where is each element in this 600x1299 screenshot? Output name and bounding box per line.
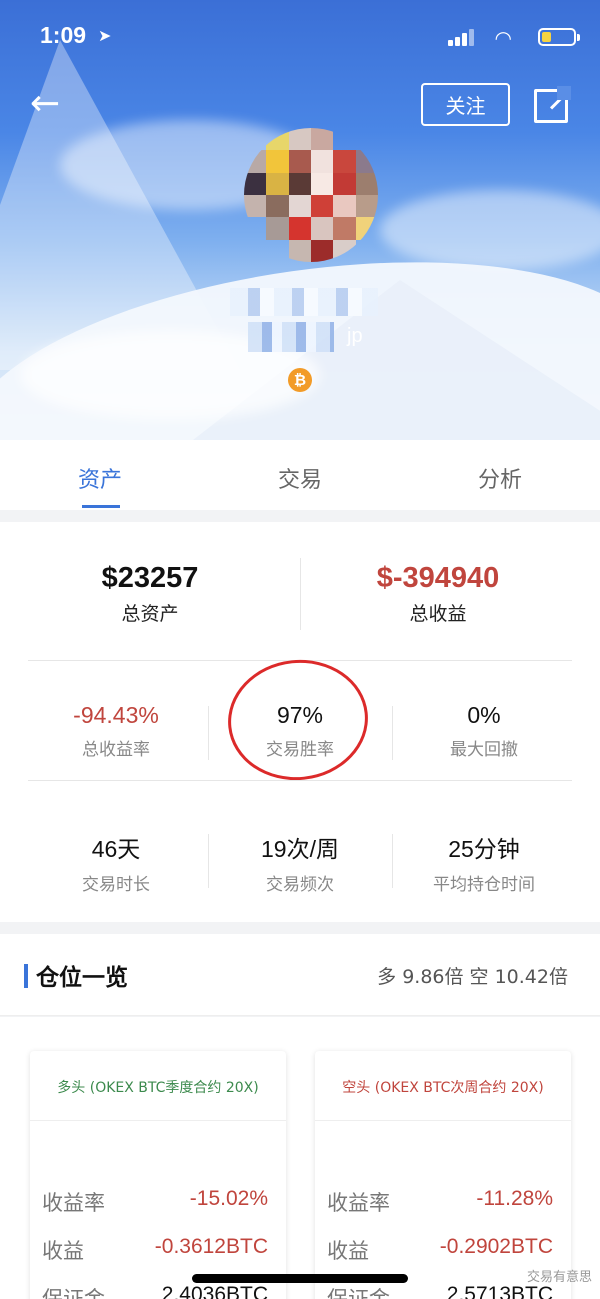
stat-label: 交易时长 (82, 875, 150, 895)
avatar (244, 128, 378, 262)
cellular-signal-icon (448, 28, 476, 46)
tab-assets[interactable]: 资产 (0, 440, 200, 510)
hand-drawn-circle (222, 653, 374, 787)
home-indicator[interactable] (192, 1274, 408, 1283)
back-arrow-icon[interactable]: ← (30, 86, 60, 122)
position-title: 空头 (OKEX BTC次周合约 20X) (315, 1051, 571, 1121)
username-redacted (230, 288, 378, 316)
stat-value: 0% (467, 702, 501, 728)
share-icon[interactable] (534, 86, 571, 123)
row-label: 收益 (327, 1239, 369, 1263)
row-value: -15.02% (189, 1187, 268, 1210)
stat-label: 最大回撤 (450, 740, 518, 760)
stat-label: 交易频次 (266, 875, 334, 895)
total-assets-value: $23257 (101, 562, 199, 594)
status-bar: 1:09 ➤ ◠ (40, 22, 580, 52)
stat-value: -94.43% (73, 702, 159, 728)
position-row: 保证金 2.4036BTC (42, 1283, 268, 1299)
total-profit: $-394940 总收益 (318, 562, 558, 626)
total-assets: $23257 总资产 (30, 562, 270, 626)
stat-value: 46天 (91, 836, 141, 862)
tab-analysis[interactable]: 分析 (400, 440, 600, 510)
position-row: 收益率 -11.28% (327, 1187, 553, 1217)
stat-avg-hold-time: 25分钟 平均持仓时间 (394, 830, 574, 895)
position-row: 收益 -0.2902BTC (327, 1235, 553, 1265)
profile-header: 1:09 ➤ ◠ ← 关注 jp ₿ (0, 0, 600, 440)
tab-bar: 资产 交易 分析 (0, 440, 600, 510)
stat-total-return: -94.43% 总收益率 (26, 702, 206, 760)
stat-value: 25分钟 (448, 836, 520, 862)
row-value: 2.5713BTC (446, 1283, 553, 1299)
stats-card: $23257 总资产 $-394940 总收益 -94.43% 总收益率 97%… (0, 522, 600, 922)
row-value: -11.28% (476, 1187, 553, 1210)
row-label: 保证金 (327, 1287, 390, 1299)
stat-value: 19次/周 (261, 836, 339, 862)
username-redacted-line2 (248, 322, 334, 352)
tab-trades[interactable]: 交易 (200, 440, 400, 510)
position-title: 多头 (OKEX BTC季度合约 20X) (30, 1051, 286, 1121)
bitcoin-icon: ₿ (288, 368, 312, 392)
position-row: 收益率 -15.02% (42, 1187, 268, 1217)
leverage-summary: 多 9.86倍 空 10.42倍 (377, 966, 568, 988)
total-profit-value: $-394940 (376, 562, 500, 594)
positions-header: 仓位一览 多 9.86倍 空 10.42倍 (0, 934, 600, 1016)
stat-max-drawdown: 0% 最大回撤 (394, 702, 574, 760)
username-suffix: jp (347, 325, 363, 347)
row-value: -0.3612BTC (154, 1235, 268, 1258)
battery-icon (538, 28, 580, 46)
row-label: 收益率 (42, 1191, 105, 1215)
row-value: 2.4036BTC (161, 1283, 268, 1299)
wifi-icon: ◠ (494, 26, 512, 50)
follow-button[interactable]: 关注 (421, 83, 510, 126)
stat-trade-frequency: 19次/周 交易频次 (210, 830, 390, 895)
location-arrow-icon: ➤ (98, 26, 112, 45)
row-label: 收益率 (327, 1191, 390, 1215)
watermark: 交易有意思 (526, 1270, 592, 1285)
stat-label: 总收益率 (82, 740, 150, 760)
position-card-long[interactable]: 多头 (OKEX BTC季度合约 20X) 收益率 -15.02% 收益 -0.… (30, 1051, 286, 1299)
position-row: 保证金 2.5713BTC (327, 1283, 553, 1299)
row-label: 收益 (42, 1239, 84, 1263)
total-assets-label: 总资产 (121, 603, 179, 625)
total-profit-label: 总收益 (409, 603, 467, 625)
position-card-short[interactable]: 空头 (OKEX BTC次周合约 20X) 收益率 -11.28% 收益 -0.… (315, 1051, 571, 1299)
section-accent-bar (24, 964, 28, 988)
stat-label: 平均持仓时间 (433, 875, 535, 895)
positions-list: 多头 (OKEX BTC季度合约 20X) 收益率 -15.02% 收益 -0.… (0, 1017, 600, 1299)
row-label: 保证金 (42, 1287, 105, 1299)
stat-trading-duration: 46天 交易时长 (26, 830, 206, 895)
row-value: -0.2902BTC (439, 1235, 553, 1258)
position-row: 收益 -0.3612BTC (42, 1235, 268, 1265)
status-time: 1:09 (40, 22, 87, 48)
positions-title: 仓位一览 (36, 965, 128, 991)
